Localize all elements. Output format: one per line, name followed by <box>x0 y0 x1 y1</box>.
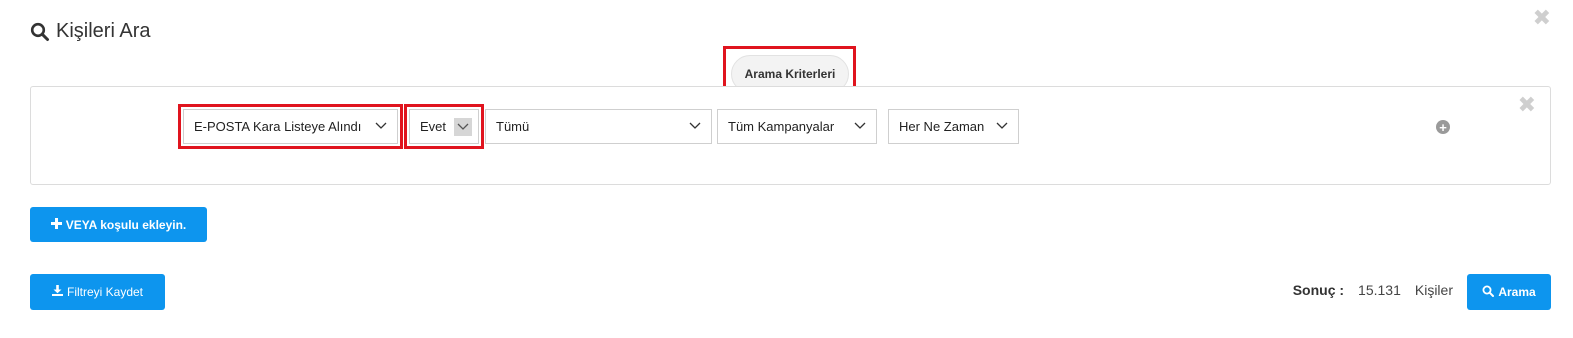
chevron-down-icon <box>454 118 472 136</box>
save-filter-button[interactable]: Filtreyi Kaydet <box>30 274 165 310</box>
remove-group-icon[interactable]: ✖ <box>1518 95 1536 117</box>
add-or-condition-label: VEYA koşulu ekleyin. <box>65 217 187 232</box>
chevron-down-icon <box>996 122 1008 130</box>
chevron-down-icon <box>375 122 387 130</box>
campaign-select[interactable]: Tüm Kampanyalar <box>717 109 877 144</box>
chevron-down-icon <box>689 122 701 130</box>
time-select[interactable]: Her Ne Zaman <box>888 109 1019 144</box>
scope-select-value: Tümü <box>496 119 530 134</box>
save-filter-label: Filtreyi Kaydet <box>66 285 144 299</box>
add-or-condition-button[interactable]: VEYA koşulu ekleyin. <box>30 207 207 242</box>
chevron-down-icon <box>854 122 866 130</box>
time-select-value: Her Ne Zaman <box>899 119 985 134</box>
field-select[interactable]: E-POSTA Kara Listeye Alındı <box>183 109 398 144</box>
search-icon <box>1482 285 1495 300</box>
plus-icon <box>50 217 62 232</box>
page-title: Kişileri Ara <box>56 20 151 42</box>
search-button-label: Arama <box>1498 285 1536 299</box>
campaign-select-value: Tüm Kampanyalar <box>728 119 835 134</box>
result-summary: Sonuç : 15.131 Kişiler <box>1293 282 1453 298</box>
field-select-value: E-POSTA Kara Listeye Alındı <box>194 119 362 134</box>
search-contacts-dialog: Kişileri Ara ✖ Arama Kriterleri ✖ E-POST… <box>0 0 1573 338</box>
result-count: 15.131 <box>1358 282 1401 298</box>
result-unit: Kişiler <box>1414 282 1453 298</box>
result-label: Sonuç : <box>1292 282 1345 298</box>
download-icon <box>51 285 63 299</box>
add-condition-icon[interactable]: + <box>1436 120 1450 134</box>
value-select-value: Evet <box>420 119 447 134</box>
criteria-group-box: ✖ E-POSTA Kara Listeye Alındı Evet Tümü <box>30 86 1551 185</box>
search-button[interactable]: Arama <box>1467 274 1551 310</box>
search-icon <box>30 22 50 42</box>
value-select[interactable]: Evet <box>409 109 479 144</box>
scope-select[interactable]: Tümü <box>485 109 712 144</box>
dialog-title: Kişileri Ara <box>30 20 150 43</box>
close-dialog-icon[interactable]: ✖ <box>1533 8 1551 30</box>
